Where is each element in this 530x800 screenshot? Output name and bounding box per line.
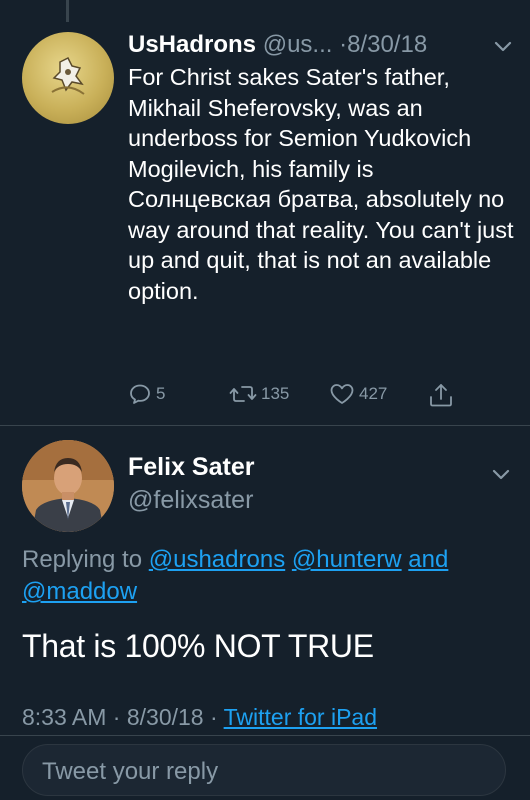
reply-icon	[130, 384, 150, 404]
mention-link[interactable]: @ushadrons	[149, 546, 285, 573]
tweet-meta: 8:33 AM · 8/30/18 · Twitter for iPad	[22, 704, 377, 731]
meta-separator: ·	[106, 704, 127, 730]
reply-count: 5	[156, 384, 166, 403]
chevron-down-icon[interactable]	[492, 38, 514, 54]
tweet-source-link[interactable]: Twitter for iPad	[224, 704, 377, 730]
replying-to: Replying to @ushadrons @hunterw and @mad…	[22, 544, 512, 608]
parent-tweet[interactable]: UsHadrons @us... ·8/30/18 For Christ sak…	[0, 0, 530, 425]
share-icon	[430, 384, 452, 407]
divider	[0, 735, 530, 736]
mention-link[interactable]: @maddow	[22, 578, 137, 605]
heart-icon	[330, 384, 354, 404]
share-button[interactable]	[428, 382, 454, 408]
avatar[interactable]	[22, 440, 114, 532]
mention-and-word[interactable]: and	[408, 546, 448, 573]
avatar-image	[51, 56, 85, 95]
display-name[interactable]: UsHadrons	[128, 31, 256, 58]
meta-separator: ·	[203, 704, 224, 730]
reply-placeholder: Tweet your reply	[42, 758, 219, 785]
reply-button[interactable]: 5	[128, 382, 165, 406]
tweet-text: That is 100% NOT TRUE	[22, 628, 374, 664]
avatar-image	[22, 440, 114, 532]
tweet-date[interactable]: ·8/30/18	[339, 31, 427, 58]
retweet-icon	[229, 386, 257, 402]
tweet-time: 8:33 AM	[22, 704, 107, 730]
user-handle[interactable]: @felixsater	[128, 486, 253, 515]
replying-prefix: Replying to	[22, 546, 143, 573]
tweet-text: For Christ sakes Sater's father, Mikhail…	[128, 64, 514, 304]
display-name[interactable]: Felix Sater	[128, 453, 254, 482]
like-count: 427	[359, 384, 388, 403]
reply-input[interactable]: Tweet your reply	[22, 744, 506, 796]
parent-tweet-header: UsHadrons @us... ·8/30/18	[128, 30, 427, 60]
avatar[interactable]	[22, 32, 114, 124]
like-button[interactable]: 427	[329, 382, 387, 406]
tweet-date: 8/30/18	[126, 704, 204, 730]
mention-link[interactable]: @hunterw	[292, 546, 402, 573]
user-handle[interactable]: @us...	[263, 31, 333, 58]
retweet-count: 135	[261, 384, 290, 403]
tweet-actions: 5 135 427	[0, 382, 530, 412]
divider	[0, 425, 530, 426]
retweet-button[interactable]: 135	[229, 382, 289, 406]
chevron-down-icon[interactable]	[490, 466, 512, 482]
